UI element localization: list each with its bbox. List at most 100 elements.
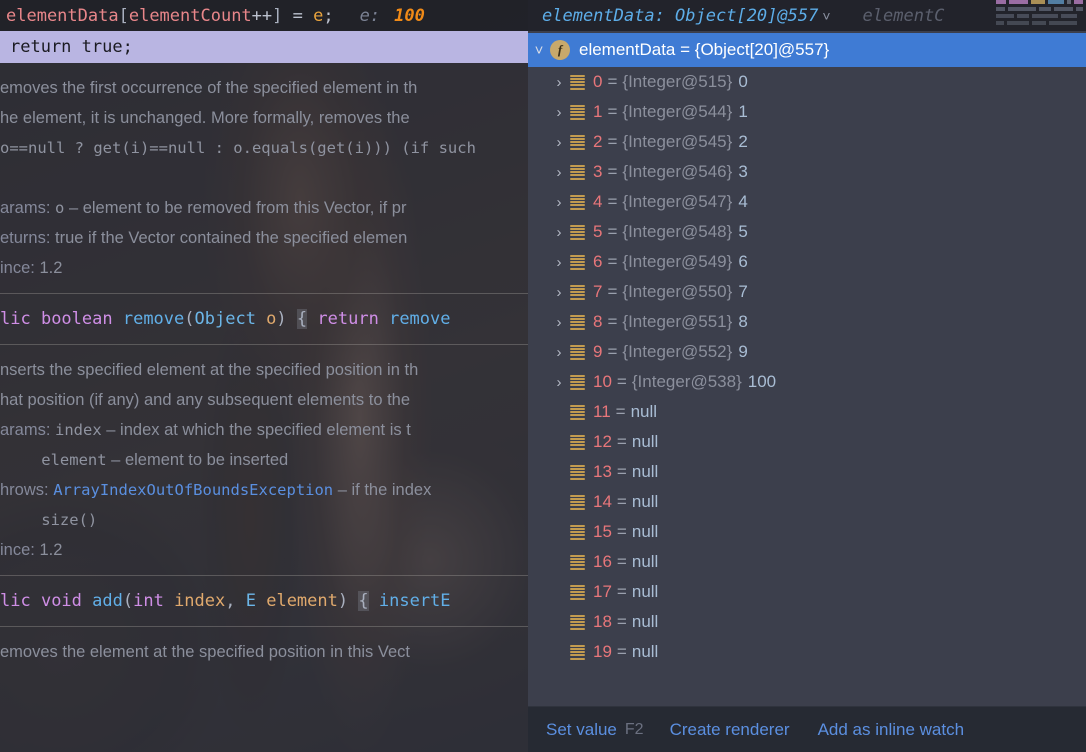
expand-chevron-icon[interactable]: › [548, 104, 570, 121]
tree-row-value: null [631, 462, 659, 481]
editor-line-above[interactable]: elementData[elementCount++] = e; e: 100 [0, 0, 530, 31]
array-element-icon [570, 284, 585, 300]
debugger-tree[interactable]: › 0 = {Integer@515} 0 › 1 = {Integer@544} 1 › 2 = {In… [528, 67, 1086, 667]
screen: elementData[elementCount++] = e; e: 100 … [0, 0, 1086, 752]
minimap-row [996, 21, 1086, 25]
tree-row-value: null [630, 402, 658, 421]
tree-row[interactable]: › 9 = {Integer@552} 9 [528, 337, 1086, 367]
tree-row[interactable]: 13 = null [528, 457, 1086, 487]
tree-row[interactable]: 17 = null [528, 577, 1086, 607]
doc-exception-link[interactable]: ArrayIndexOutOfBoundsException [53, 481, 333, 499]
array-element-icon [570, 314, 585, 330]
add-inline-watch-button[interactable]: Add as inline watch [818, 720, 964, 740]
expand-chevron-icon[interactable]: › [548, 314, 570, 331]
set-value-button[interactable]: Set value [546, 720, 617, 740]
tree-row[interactable]: 16 = null [528, 547, 1086, 577]
code-token: lic [0, 309, 41, 329]
tree-row[interactable]: › 4 = {Integer@547} 4 [528, 187, 1086, 217]
code-minimap[interactable] [996, 0, 1086, 31]
code-token: ++ [251, 5, 273, 26]
minimap-segment [1066, 0, 1072, 4]
code-token: [ [118, 5, 129, 26]
tree-row-equals: = [607, 162, 618, 181]
tree-row-equals: = [616, 612, 627, 631]
tree-row[interactable]: › 0 = {Integer@515} 0 [528, 67, 1086, 97]
tree-row[interactable]: › 8 = {Integer@551} 8 [528, 307, 1086, 337]
inline-hint-value: 100 [394, 5, 425, 26]
doc-tag-text: element to be removed from this Vector, … [82, 199, 407, 217]
tree-row-value: null [631, 432, 659, 451]
tree-row[interactable]: 14 = null [528, 487, 1086, 517]
tree-row-type: {Integer@546} [622, 162, 733, 181]
tree-row-type: {Integer@548} [622, 222, 733, 241]
tree-row-equals: = [607, 192, 618, 211]
minimap-segment [996, 21, 1004, 25]
doc-tag-label: ince: [0, 259, 40, 277]
doc-tag-line: arams: o – element to be removed from th… [0, 193, 530, 223]
tree-row-index: 6 [593, 252, 603, 271]
expand-chevron-icon[interactable]: › [548, 74, 570, 91]
expand-chevron-icon[interactable]: › [548, 134, 570, 151]
tree-row[interactable]: 15 = null [528, 517, 1086, 547]
expand-chevron-icon[interactable]: › [548, 284, 570, 301]
tree-row[interactable]: 19 = null [528, 637, 1086, 667]
minimap-segment [1061, 14, 1077, 18]
expand-collapse-icon[interactable]: ˅ [528, 42, 550, 59]
tree-row-root-selected[interactable]: ˅ f elementData = {Object[20]@557} [528, 33, 1086, 67]
tree-row-value: 5 [738, 222, 748, 241]
create-renderer-button[interactable]: Create renderer [670, 720, 790, 740]
tree-row[interactable]: › 5 = {Integer@548} 5 [528, 217, 1086, 247]
expand-chevron-icon[interactable]: › [548, 344, 570, 361]
tree-row[interactable]: 11 = null [528, 397, 1086, 427]
code-token: int [133, 591, 164, 611]
tree-row[interactable]: › 10 = {Integer@538} 100 [528, 367, 1086, 397]
tree-row[interactable]: › 7 = {Integer@550} 7 [528, 277, 1086, 307]
tree-row-value: null [631, 492, 659, 511]
tree-row-type: {Integer@551} [622, 312, 733, 331]
doc-text-block: emoves the first occurrence of the speci… [0, 63, 530, 293]
tree-row[interactable]: 12 = null [528, 427, 1086, 457]
tree-row-value: null [631, 522, 659, 541]
array-element-icon [570, 194, 585, 210]
chevron-down-icon[interactable]: ˅ [822, 8, 830, 24]
tree-row[interactable]: 18 = null [528, 607, 1086, 637]
tree-row-index: 1 [593, 102, 603, 121]
method-signature: lic void add(int index, E element) { ins… [0, 586, 530, 616]
doc-tag-label: hrows: [0, 481, 54, 499]
tree-row-index: 5 [593, 222, 603, 241]
array-element-icon [570, 134, 585, 150]
tree-row[interactable]: › 6 = {Integer@549} 6 [528, 247, 1086, 277]
tree-row-index: 16 [593, 552, 612, 571]
tree-row[interactable]: › 2 = {Integer@545} 2 [528, 127, 1086, 157]
editor-current-line-text: return true; [10, 37, 133, 57]
debugger-panel-header: elementData: Object[20]@557 ˅ elementC [528, 0, 1086, 31]
tree-row[interactable]: › 1 = {Integer@544} 1 [528, 97, 1086, 127]
expand-chevron-icon[interactable]: › [548, 254, 570, 271]
expand-chevron-icon[interactable]: › [548, 224, 570, 241]
code-token: ( [184, 309, 195, 329]
javadoc-popup[interactable]: emoves the first occurrence of the speci… [0, 63, 530, 752]
code-token: elementData [6, 5, 119, 26]
tree-row-index: 3 [593, 162, 603, 181]
code-token: void [40, 591, 93, 611]
tree-row-index: 0 [593, 72, 603, 91]
code-token: ] [272, 5, 283, 26]
tree-row-equals: = [607, 132, 618, 151]
tree-no-expand-spacer [548, 404, 570, 421]
editor-current-execution-line[interactable]: return true; [0, 31, 530, 63]
minimap-segment [1049, 21, 1077, 25]
tree-row[interactable]: › 3 = {Integer@546} 3 [528, 157, 1086, 187]
tree-row-index: 19 [593, 642, 612, 661]
minimap-segment [1047, 0, 1064, 4]
tree-row-value: 2 [738, 132, 748, 151]
code-token: Object [194, 309, 256, 329]
debugger-header-ghost-tab[interactable]: elementC [863, 6, 945, 26]
array-element-icon [570, 374, 585, 390]
tree-row-equals: = [607, 72, 618, 91]
expand-chevron-icon[interactable]: › [548, 164, 570, 181]
doc-tag-label: eturns: [0, 229, 56, 247]
doc-prose-line: hat position (if any) and any subsequent… [0, 391, 411, 409]
expand-chevron-icon[interactable]: › [548, 374, 570, 391]
expand-chevron-icon[interactable]: › [548, 194, 570, 211]
